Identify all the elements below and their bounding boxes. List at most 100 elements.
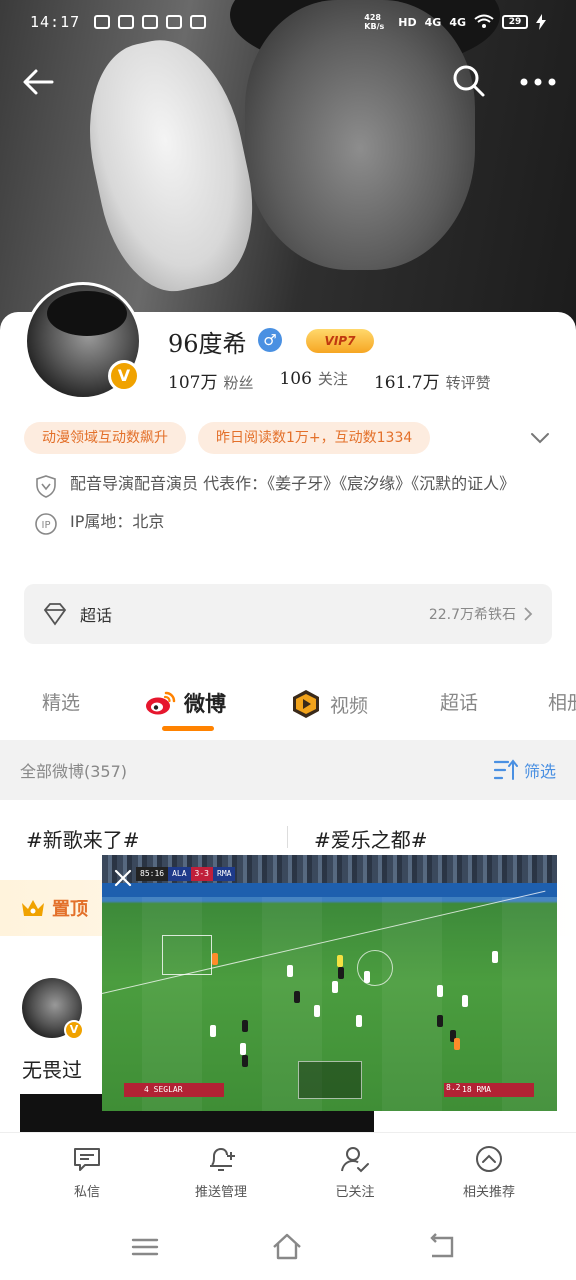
search-icon[interactable] xyxy=(450,62,488,100)
player-marker xyxy=(338,967,344,979)
male-gender-icon: ♂ xyxy=(258,328,282,352)
ad-board xyxy=(102,883,557,897)
player-marker xyxy=(454,1038,460,1050)
ip-location-text: IP属地：北京 xyxy=(70,512,165,531)
profile-tabs: 精选 微博 视频 超话 相册 xyxy=(0,676,576,736)
following-label: 已关注 xyxy=(335,1185,375,1200)
diamond-icon xyxy=(43,603,67,626)
tab-video-label: 视频 xyxy=(330,694,369,717)
tab-album-label: 相册 xyxy=(548,692,576,714)
push-settings-label: 推送管理 xyxy=(194,1185,247,1200)
hd-badge: HD xyxy=(398,15,417,29)
away-team: RMA xyxy=(213,867,236,881)
tab-super-topic[interactable]: 超话 xyxy=(440,688,478,715)
player-marker xyxy=(437,1015,443,1027)
following-label: 关注 xyxy=(317,370,348,388)
vip-badge[interactable]: VIP7 xyxy=(306,329,374,353)
home-team: ALA xyxy=(168,867,191,881)
achievement-pill[interactable]: 动漫领域互动数飙升 xyxy=(24,422,186,454)
topic-divider xyxy=(287,826,288,848)
match-score: 3-3 xyxy=(190,867,213,881)
weibo-logo-icon xyxy=(146,691,176,715)
super-topic-right: 22.7万希铁石 xyxy=(429,604,534,624)
bio-row: 配音导演配音演员 代表作：《姜子牙》《宸汐缘》《沉默的证人》 xyxy=(34,472,544,498)
player-marker xyxy=(332,981,338,993)
topic-link[interactable]: #爱乐之都# xyxy=(314,824,428,853)
more-options-icon[interactable] xyxy=(518,62,558,100)
top-nav xyxy=(0,56,576,106)
super-topic-label: 超话 xyxy=(80,606,113,625)
status-time: 14:17 xyxy=(30,13,81,31)
tab-weibo[interactable]: 微博 xyxy=(144,688,226,718)
stat-followers[interactable]: 107万 粉丝 xyxy=(168,368,253,393)
player-marker xyxy=(240,1043,246,1055)
feed-filter-bar: 全部微博(357) 筛选 xyxy=(0,740,576,800)
post-verified-badge-icon: V xyxy=(64,1020,84,1040)
message-label: 私信 xyxy=(73,1185,100,1200)
tab-super-topic-label: 超话 xyxy=(440,692,479,714)
ip-icon: IP xyxy=(35,513,57,535)
tab-featured[interactable]: 精选 xyxy=(42,688,80,715)
followers-label: 粉丝 xyxy=(223,374,254,392)
post-text[interactable]: 无畏过 xyxy=(22,1054,82,1083)
verified-badge-icon: V xyxy=(108,360,140,392)
message-button[interactable]: 私信 xyxy=(32,1143,142,1200)
active-tab-indicator xyxy=(162,726,214,731)
pitch-stripe xyxy=(502,897,557,1111)
right-player-rating: 8.2 xyxy=(446,1083,461,1092)
tab-video[interactable]: 视频 xyxy=(290,688,368,720)
tab-album[interactable]: 相册 xyxy=(548,688,576,715)
achievement-pill[interactable]: 昨日阅读数1万+，互动数1334 xyxy=(198,422,431,454)
player-marker xyxy=(492,951,498,963)
left-player-hud: 4 SEGLAR xyxy=(124,1083,224,1097)
following-button[interactable]: 已关注 xyxy=(300,1143,410,1200)
player-marker xyxy=(242,1055,248,1067)
followers-count: 107万 xyxy=(168,373,218,393)
player-marker xyxy=(462,995,468,1007)
player-marker xyxy=(356,1015,362,1027)
chevron-down-icon[interactable] xyxy=(528,426,552,450)
shield-icon xyxy=(36,475,56,498)
floating-video-player[interactable]: 85:16 ALA 3-3 RMA 4 SEGLAR 18 RMA 8.2 xyxy=(102,855,557,1111)
player-marker xyxy=(242,1020,248,1032)
close-icon[interactable] xyxy=(112,867,134,889)
engagement-label: 转评赞 xyxy=(445,374,491,392)
bio-text: 配音导演配音演员 代表作：《姜子牙》《宸汐缘》《沉默的证人》 xyxy=(70,474,516,493)
stat-following[interactable]: 106 关注 xyxy=(279,368,347,393)
player-marker xyxy=(314,1005,320,1017)
menu-icon[interactable] xyxy=(128,1230,162,1264)
push-settings-button[interactable]: 推送管理 xyxy=(166,1143,276,1200)
status-bar: 14:17 428 KB/s HD 4G 4G 29 xyxy=(0,0,576,44)
back-icon[interactable] xyxy=(424,1230,458,1264)
all-posts-label: 全部微博(357) xyxy=(20,762,128,781)
bell-plus-icon xyxy=(210,1147,235,1171)
crown-icon xyxy=(22,900,44,916)
wifi-icon xyxy=(474,14,494,28)
home-icon[interactable] xyxy=(270,1230,304,1264)
tab-featured-label: 精选 xyxy=(42,692,81,714)
notification-icons xyxy=(94,15,207,29)
stat-engagement[interactable]: 161.7万 转评赞 xyxy=(374,368,491,393)
user-check-icon xyxy=(341,1147,369,1173)
filter-button[interactable]: 筛选 xyxy=(493,758,556,782)
related-recommend-button[interactable]: 相关推荐 xyxy=(434,1143,544,1200)
player-marker xyxy=(364,971,370,983)
app-notification-icon xyxy=(94,15,111,29)
profile-page: 14:17 428 KB/s HD 4G 4G 29 V 96度希 ♂ VIP7… xyxy=(0,0,576,1280)
pitch-stripe xyxy=(382,897,442,1111)
super-topic-entry[interactable]: 超话 22.7万希铁石 xyxy=(24,584,552,644)
battery-icon: 29 xyxy=(502,15,528,29)
avatar-hair-shape xyxy=(47,291,127,336)
back-arrow-icon[interactable] xyxy=(20,64,56,100)
pitch-stripe xyxy=(142,897,202,1111)
following-count: 106 xyxy=(279,369,312,389)
signal-2: 4G xyxy=(449,15,466,29)
video-play-icon xyxy=(293,690,319,718)
goal-area xyxy=(162,935,212,975)
tab-weibo-label: 微博 xyxy=(184,692,226,716)
match-clock: 85:16 xyxy=(136,867,169,881)
profile-name: 96度希 xyxy=(168,330,247,358)
scoreboard: 85:16 ALA 3-3 RMA xyxy=(136,867,236,881)
svg-text:IP: IP xyxy=(42,520,51,531)
topic-link[interactable]: #新歌来了# xyxy=(26,824,140,853)
